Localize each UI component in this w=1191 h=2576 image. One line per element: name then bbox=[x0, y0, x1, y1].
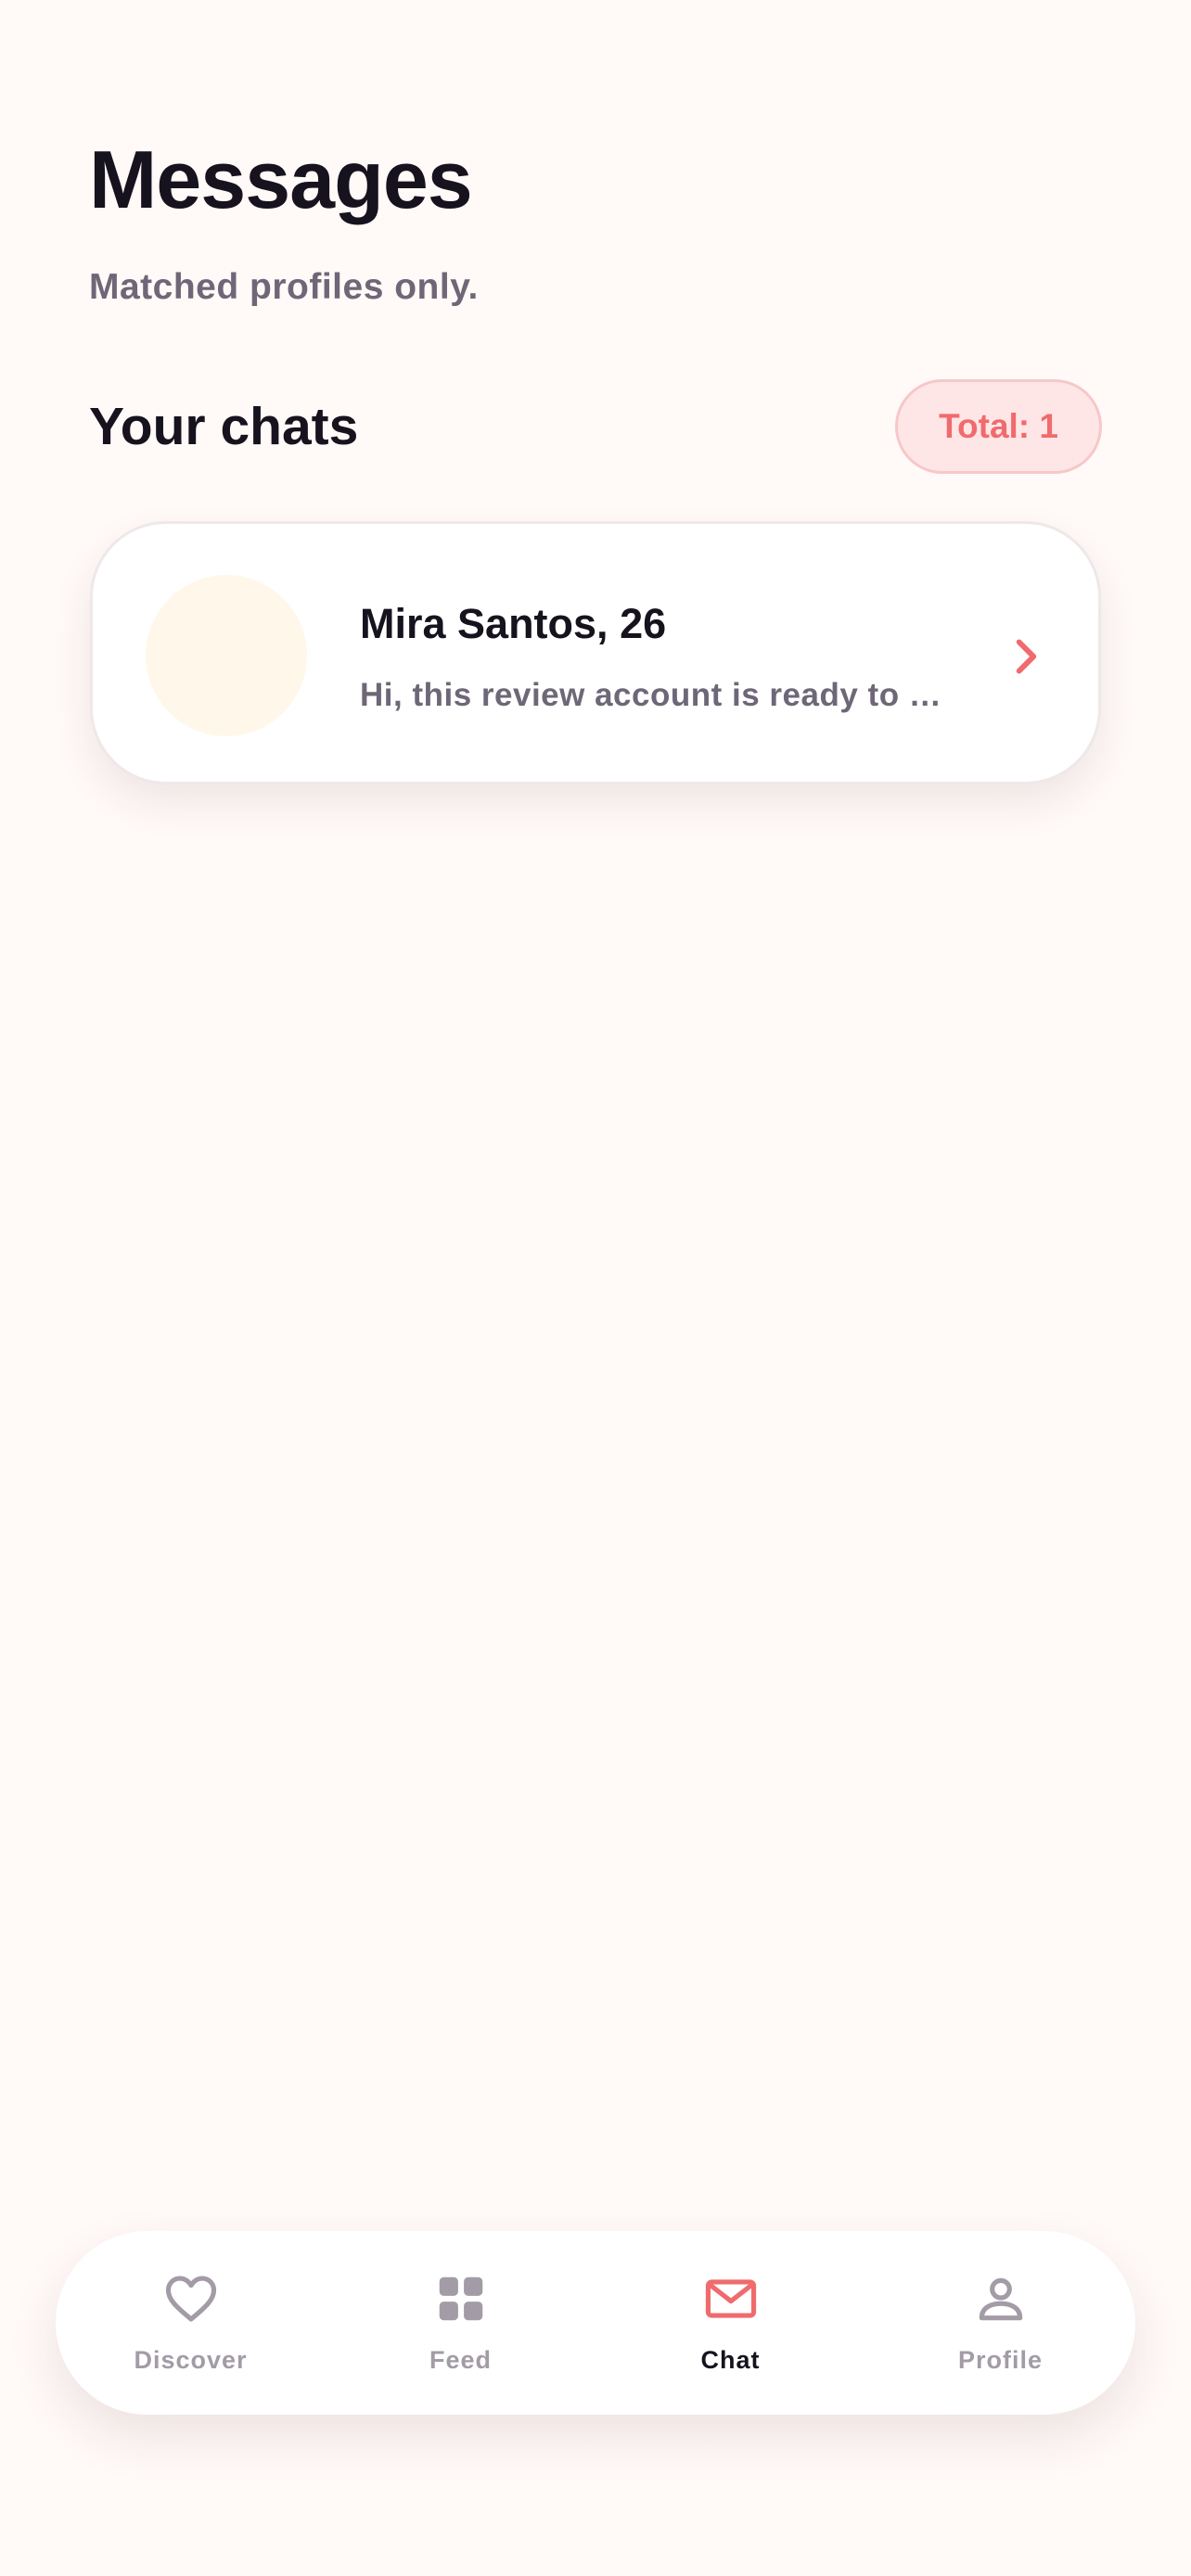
page-title: Messages bbox=[89, 134, 473, 225]
chevron-right-icon bbox=[1016, 639, 1037, 674]
chats-section-header: Your chats Total: 1 bbox=[89, 378, 1102, 475]
grid-icon bbox=[439, 2276, 482, 2321]
section-title: Your chats bbox=[89, 396, 359, 456]
bottom-navigation: Discover Feed Chat Profile bbox=[56, 2231, 1135, 2415]
nav-label-chat: Chat bbox=[700, 2346, 761, 2374]
nav-item-feed[interactable]: Feed bbox=[326, 2231, 596, 2415]
chat-message-preview: Hi, this review account is ready to … bbox=[360, 678, 942, 713]
nav-label-feed: Feed bbox=[429, 2346, 493, 2374]
nav-label-profile: Profile bbox=[957, 2346, 1044, 2374]
nav-item-profile[interactable]: Profile bbox=[865, 2231, 1135, 2415]
heart-icon bbox=[165, 2276, 216, 2322]
chat-contact-name: Mira Santos, 26 bbox=[360, 600, 667, 647]
avatar bbox=[146, 575, 307, 736]
nav-item-discover[interactable]: Discover bbox=[56, 2231, 326, 2415]
total-chats-badge: Total: 1 bbox=[895, 379, 1102, 474]
nav-label-discover: Discover bbox=[134, 2346, 248, 2374]
chat-list-item[interactable]: Mira Santos, 26 Hi, this review account … bbox=[90, 521, 1101, 784]
nav-item-chat[interactable]: Chat bbox=[596, 2231, 865, 2415]
user-icon bbox=[979, 2277, 1022, 2321]
mail-icon bbox=[705, 2279, 756, 2318]
page-subtitle: Matched profiles only. bbox=[89, 267, 479, 307]
